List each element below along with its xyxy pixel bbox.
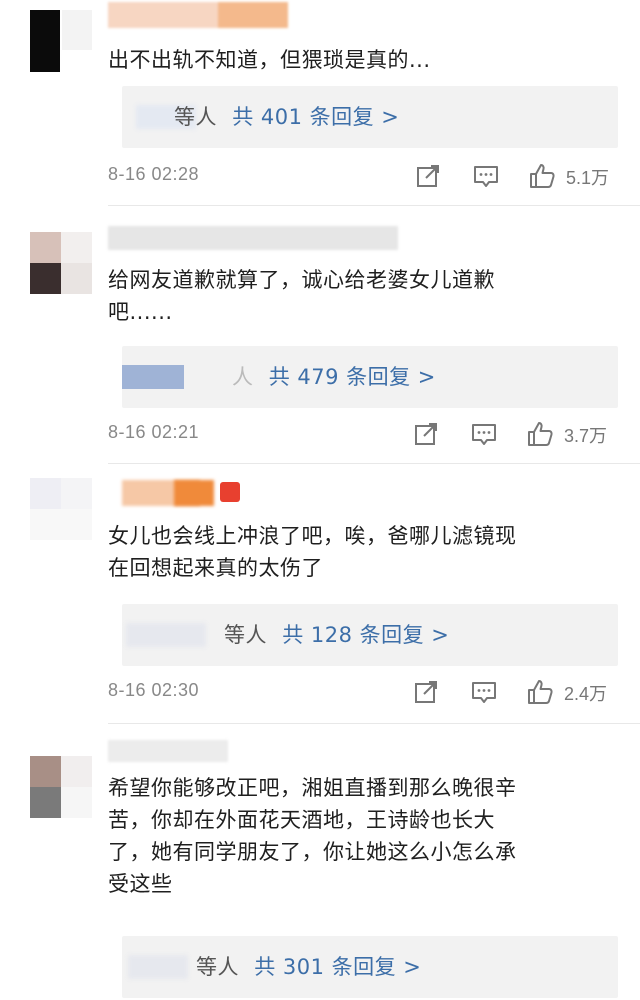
comment-icon[interactable] bbox=[470, 678, 498, 706]
username[interactable] bbox=[108, 740, 228, 768]
avatar[interactable] bbox=[30, 10, 92, 72]
reply-count-link[interactable]: 共 301 条回复 > bbox=[254, 955, 421, 979]
comment-item: 给网友道歉就算了，诚心给老婆女儿道歉 吧...... 人 共 479 条回复 >… bbox=[0, 206, 640, 464]
reply-username[interactable]: 人 bbox=[232, 365, 254, 389]
comment-meta: 8-16 02:30 2.4万 bbox=[108, 678, 618, 708]
timestamp: 8-16 02:21 bbox=[108, 422, 200, 442]
like-count: 5.1万 bbox=[566, 168, 610, 188]
reply-preview[interactable]: 人 共 479 条回复 > bbox=[122, 346, 618, 408]
username[interactable] bbox=[108, 226, 398, 254]
reply-username[interactable]: 等人 bbox=[224, 623, 267, 647]
like-icon[interactable] bbox=[526, 420, 554, 448]
avatar[interactable] bbox=[30, 232, 92, 294]
comment-item: 女儿也会线上冲浪了吧，唉，爸哪儿滤镜现 在回想起来真的太伤了 等人 共 128 … bbox=[0, 464, 640, 724]
reply-username[interactable] bbox=[122, 365, 184, 389]
avatar[interactable] bbox=[30, 478, 92, 540]
reply-count-link[interactable]: 共 479 条回复 > bbox=[269, 365, 436, 389]
reply-username[interactable]: 等人 bbox=[174, 105, 217, 129]
comment-text: 希望你能够改正吧，湘姐直播到那么晚很辛 苦，你却在外面花天酒地，王诗龄也长大 了… bbox=[108, 776, 517, 896]
share-icon[interactable] bbox=[412, 678, 440, 706]
reply-preview[interactable]: 等人 共 128 条回复 > bbox=[122, 604, 618, 666]
like-icon[interactable] bbox=[526, 678, 554, 706]
comment-text: 女儿也会线上冲浪了吧，唉，爸哪儿滤镜现 在回想起来真的太伤了 bbox=[108, 524, 517, 580]
reply-preview[interactable]: 等人 共 301 条回复 > bbox=[122, 936, 618, 998]
like-icon[interactable] bbox=[528, 162, 556, 190]
comment-item: 希望你能够改正吧，湘姐直播到那么晚很辛 苦，你却在外面花天酒地，王诗龄也长大 了… bbox=[0, 724, 640, 1000]
like-count: 3.7万 bbox=[564, 426, 608, 446]
timestamp: 8-16 02:30 bbox=[108, 680, 200, 700]
share-icon[interactable] bbox=[412, 420, 440, 448]
username[interactable] bbox=[108, 480, 240, 508]
comment-meta: 8-16 02:21 3.7万 bbox=[108, 420, 618, 450]
comment-icon[interactable] bbox=[470, 420, 498, 448]
reply-username[interactable] bbox=[126, 623, 206, 647]
reply-preview[interactable]: 等人 共 401 条回复 > bbox=[122, 86, 618, 148]
comment-text: 给网友道歉就算了，诚心给老婆女儿道歉 吧...... bbox=[108, 268, 495, 324]
reply-count-link[interactable]: 共 401 条回复 > bbox=[232, 105, 399, 129]
reply-count-link[interactable]: 共 128 条回复 > bbox=[282, 623, 449, 647]
comment-icon[interactable] bbox=[472, 162, 500, 190]
comment-meta: 8-16 02:28 5.1万 bbox=[108, 162, 618, 192]
comment-item: 出不出轨不知道，但猥琐是真的... 等人 共 401 条回复 > 8-16 02… bbox=[0, 0, 640, 206]
comment-text: 出不出轨不知道，但猥琐是真的... bbox=[108, 48, 431, 72]
share-icon[interactable] bbox=[414, 162, 442, 190]
reply-username[interactable]: 等人 bbox=[196, 955, 239, 979]
timestamp: 8-16 02:28 bbox=[108, 164, 200, 184]
like-count: 2.4万 bbox=[564, 684, 608, 704]
username[interactable] bbox=[108, 2, 288, 30]
avatar[interactable] bbox=[30, 756, 92, 818]
reply-username[interactable] bbox=[128, 955, 188, 979]
